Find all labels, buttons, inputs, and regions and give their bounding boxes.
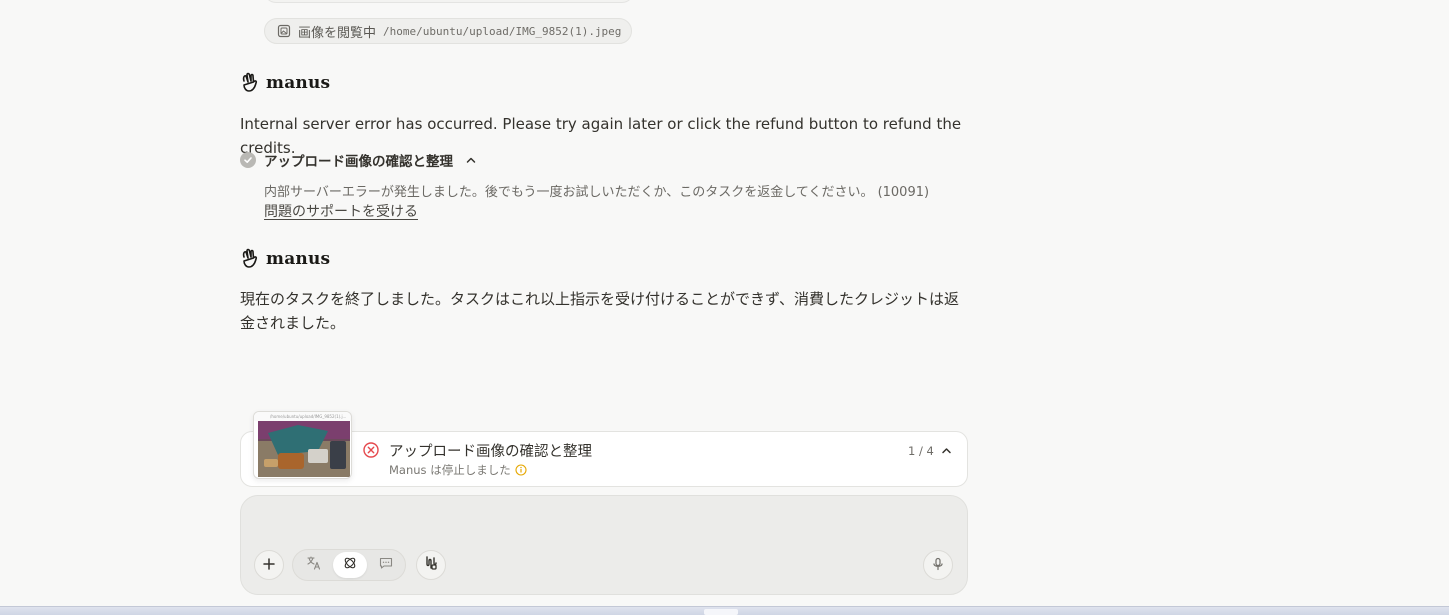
- support-link[interactable]: 問題のサポートを受ける: [264, 201, 418, 221]
- connectors-button[interactable]: [416, 550, 446, 580]
- image-file-icon: [277, 24, 291, 38]
- expand-chevron-icon[interactable]: [940, 444, 953, 457]
- agent-mode-button[interactable]: [333, 552, 367, 578]
- uploaded-photo: [258, 421, 350, 477]
- plus-icon: [262, 556, 276, 575]
- manus-header: manus: [240, 72, 330, 94]
- step-title: アップロード画像の確認と整理: [264, 154, 453, 170]
- viewing-label: 画像を閲覧中: [298, 25, 377, 41]
- error-x-circle-icon: [362, 441, 380, 459]
- manus-header-2: manus: [240, 248, 330, 270]
- manus-hand-logo-icon: [240, 248, 260, 270]
- thumbnail-caption: /home/ubuntu/upload/IMG_9852(1).j...: [254, 412, 351, 421]
- step-header[interactable]: アップロード画像の確認と整理: [240, 150, 477, 170]
- voice-input-button[interactable]: [923, 550, 953, 580]
- task-title: アップロード画像の確認と整理: [389, 444, 592, 460]
- manus-wordmark: manus: [266, 249, 331, 269]
- check-circle-icon: [240, 152, 256, 168]
- chevron-up-icon[interactable]: [465, 154, 477, 166]
- translate-mode-button[interactable]: [297, 552, 331, 578]
- viewing-image-chip[interactable]: 画像を閲覧中 /home/ubuntu/upload/IMG_9852(1).j…: [264, 18, 633, 44]
- chat-mode-button[interactable]: [369, 552, 403, 578]
- file-path: /home/ubuntu/upload/IMG_9852(1).jpeg: [383, 24, 622, 38]
- task-ended-message: 現在のタスクを終了しました。タスクはこれ以上指示を受け付けることができず、消費し…: [240, 290, 959, 332]
- chat-mode-icon: [378, 555, 394, 575]
- manus-wordmark: manus: [266, 73, 331, 93]
- task-status: Manus は停止しました: [389, 462, 527, 478]
- step-counter: 1 / 4: [908, 444, 934, 458]
- connector-icon: [423, 555, 439, 575]
- microphone-icon: [931, 556, 945, 575]
- taskbar-item[interactable]: [704, 609, 738, 615]
- agent-mode-icon: [342, 555, 358, 575]
- message-input[interactable]: [256, 506, 950, 538]
- info-icon[interactable]: [515, 464, 527, 476]
- add-attachment-button[interactable]: [254, 550, 284, 580]
- manus-hand-logo-icon: [240, 72, 260, 94]
- translate-mode-icon: [306, 555, 322, 575]
- image-thumbnail[interactable]: /home/ubuntu/upload/IMG_9852(1).j...: [253, 411, 352, 479]
- previous-card-edge: [264, 0, 634, 3]
- step-detail: 内部サーバーエラーが発生しました。後でもう一度お試しいただくか、このタスクを返金…: [264, 185, 930, 200]
- task-status-text: Manus は停止しました: [389, 463, 511, 477]
